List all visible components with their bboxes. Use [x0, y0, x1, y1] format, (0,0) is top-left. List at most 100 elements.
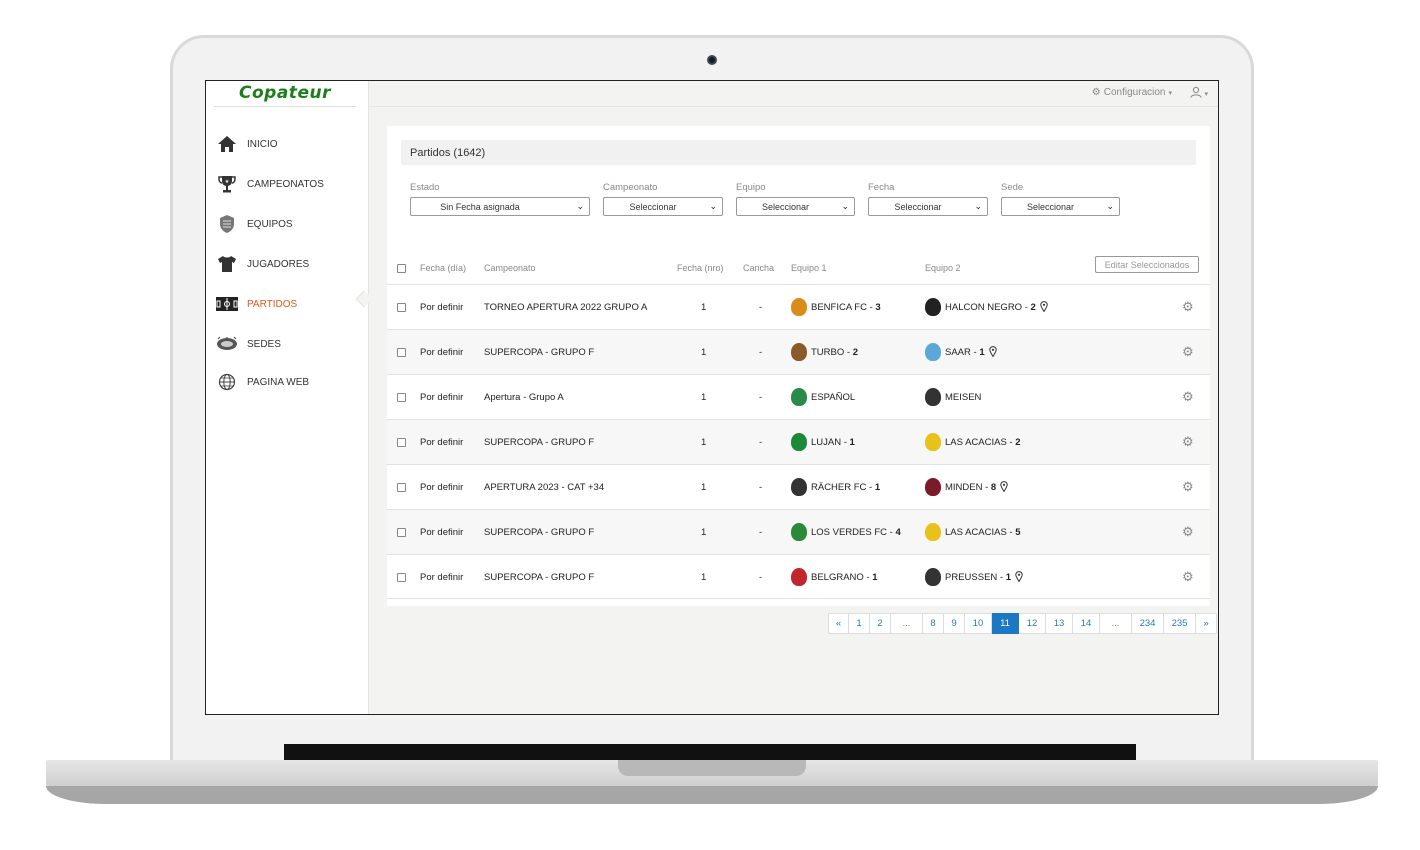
- pagination-page[interactable]: 11: [992, 613, 1019, 634]
- equipo1-cell[interactable]: RÄCHER FC - 1: [791, 476, 880, 498]
- pagination-page[interactable]: 10: [965, 613, 992, 634]
- pagination-page[interactable]: 14: [1073, 613, 1100, 634]
- row-checkbox[interactable]: [397, 483, 406, 492]
- pagination-page[interactable]: 13: [1046, 613, 1073, 634]
- row-checkbox[interactable]: [397, 303, 406, 312]
- col-fecha-nro: Fecha (nro): [677, 263, 724, 273]
- app-logo[interactable]: Copateur: [214, 83, 356, 107]
- col-fecha-dia: Fecha (día): [420, 263, 467, 273]
- campeonato-cell: APERTURA 2023 - CAT +34: [484, 482, 605, 493]
- filter-estado: Estado Sin Fecha asignada ⌄: [410, 182, 590, 216]
- campeonato-select[interactable]: Seleccionar ⌄: [603, 197, 723, 216]
- pagination-page[interactable]: 12: [1019, 613, 1046, 634]
- row-settings-gear-icon[interactable]: ⚙: [1182, 524, 1194, 540]
- row-settings-gear-icon[interactable]: ⚙: [1182, 434, 1194, 450]
- team-name: LOS VERDES FC -: [811, 526, 896, 538]
- equipo1-cell[interactable]: ESPAÑOL: [791, 386, 855, 408]
- sidebar-item-jugadores[interactable]: JUGADORES: [216, 251, 366, 277]
- equipo1-cell[interactable]: BENFICA FC - 3: [791, 296, 881, 318]
- laptop-notch: [618, 760, 806, 776]
- row-checkbox[interactable]: [397, 393, 406, 402]
- sidebar-item-sedes[interactable]: SEDES: [216, 331, 366, 357]
- filter-campeonato: Campeonato Seleccionar ⌄: [603, 182, 723, 216]
- sidebar-item-campeonatos[interactable]: ★ CAMPEONATOS: [216, 171, 366, 197]
- row-settings-gear-icon[interactable]: ⚙: [1182, 479, 1194, 495]
- chevron-down-icon: ⌄: [1106, 201, 1114, 211]
- pagination-page[interactable]: 234: [1132, 613, 1164, 634]
- sidebar-item-partidos[interactable]: PARTIDOS: [216, 291, 366, 317]
- filter-equipo: Equipo Seleccionar ⌄: [736, 182, 855, 216]
- edit-selected-button[interactable]: Editar Seleccionados: [1095, 256, 1199, 273]
- sidebar-item-label: INICIO: [247, 138, 278, 150]
- sidebar-item-equipos[interactable]: EQUIPOS: [216, 211, 366, 237]
- team-name: HALCON NEGRO -: [945, 301, 1031, 313]
- team-crest-icon: [925, 433, 941, 451]
- equipo-select[interactable]: Seleccionar ⌄: [736, 197, 855, 216]
- user-menu[interactable]: ▾: [1190, 86, 1208, 101]
- chevron-down-icon: ⌄: [841, 201, 849, 211]
- filter-label: Sede: [1001, 182, 1024, 193]
- team-score: 1: [849, 436, 855, 448]
- team-name: MEISEN: [945, 391, 982, 403]
- select-value: Seleccionar: [629, 201, 677, 212]
- team-crest-icon: [791, 298, 807, 316]
- row-settings-gear-icon[interactable]: ⚙: [1182, 299, 1194, 315]
- fecha-select[interactable]: Seleccionar ⌄: [868, 197, 988, 216]
- equipo2-cell[interactable]: LAS ACACIAS - 2: [925, 431, 1021, 453]
- estado-select[interactable]: Sin Fecha asignada ⌄: [410, 197, 590, 216]
- team-crest-icon: [791, 568, 807, 586]
- team-crest-icon: [791, 343, 807, 361]
- row-checkbox[interactable]: [397, 528, 406, 537]
- team-score: 2: [1015, 436, 1021, 448]
- col-cancha: Cancha: [743, 263, 775, 273]
- sidebar-item-inicio[interactable]: INICIO: [216, 131, 366, 157]
- fecha-dia-cell: Por definir: [420, 572, 464, 583]
- equipo2-cell[interactable]: PREUSSEN - 1: [925, 566, 1023, 588]
- caret-down-icon: ▾: [1168, 89, 1172, 97]
- row-settings-gear-icon[interactable]: ⚙: [1182, 389, 1194, 405]
- config-menu[interactable]: ⚙ Configuracion ▾: [1092, 87, 1172, 98]
- equipo1-cell[interactable]: LOS VERDES FC - 4: [791, 521, 901, 543]
- table-row: Por definir SUPERCOPA - GRUPO F 1 - LOS VERD…: [387, 509, 1210, 554]
- pagination-page[interactable]: 8: [923, 613, 944, 634]
- team-score: 4: [895, 526, 901, 538]
- team-score: 2: [852, 346, 858, 358]
- equipo2-cell[interactable]: SAAR - 1: [925, 341, 997, 363]
- pagination-page[interactable]: 235: [1164, 613, 1196, 634]
- equipo2-cell[interactable]: MINDEN - 8: [925, 476, 1008, 498]
- equipo1-cell[interactable]: BELGRANO - 1: [791, 566, 878, 588]
- pagination-prev[interactable]: «: [828, 613, 849, 634]
- fecha-dia-cell: Por definir: [420, 302, 464, 313]
- row-checkbox[interactable]: [397, 438, 406, 447]
- equipo2-cell[interactable]: MEISEN: [925, 386, 981, 408]
- row-checkbox[interactable]: [397, 573, 406, 582]
- home-icon: [216, 134, 238, 154]
- table-row: Por definir TORNEO APERTURA 2022 GRUPO A 1…: [387, 284, 1210, 329]
- campeonato-cell: SUPERCOPA - GRUPO F: [484, 572, 595, 583]
- row-settings-gear-icon[interactable]: ⚙: [1182, 344, 1194, 360]
- top-bar: ⚙ Configuracion ▾ ▾: [369, 81, 1218, 107]
- config-label: Configuracion: [1103, 87, 1166, 98]
- pagination-page[interactable]: 2: [870, 613, 891, 634]
- pagination-page[interactable]: 9: [944, 613, 965, 634]
- team-crest-icon: [925, 478, 941, 496]
- equipo2-cell[interactable]: LAS ACACIAS - 5: [925, 521, 1021, 543]
- team-score: 1: [979, 346, 985, 358]
- col-equipo2: Equipo 2: [925, 263, 961, 273]
- team-name: LUJAN -: [811, 436, 850, 448]
- campeonato-cell: Apertura - Grupo A: [484, 392, 564, 403]
- table-row: Por definir Apertura - Grupo A 1 - ESPAÑOL ME…: [387, 374, 1210, 419]
- equipo1-cell[interactable]: LUJAN - 1: [791, 431, 855, 453]
- equipo2-cell[interactable]: HALCON NEGRO - 2: [925, 296, 1048, 318]
- row-checkbox[interactable]: [397, 348, 406, 357]
- select-all-checkbox[interactable]: [397, 264, 406, 273]
- team-score: 1: [1005, 571, 1012, 583]
- pagination-page[interactable]: 1: [849, 613, 870, 634]
- sede-select[interactable]: Seleccionar ⌄: [1001, 197, 1120, 216]
- row-settings-gear-icon[interactable]: ⚙: [1182, 569, 1194, 585]
- table-bottom-border: [387, 598, 1210, 599]
- fecha-nro-cell: 1: [701, 437, 707, 448]
- pagination-next[interactable]: »: [1196, 613, 1217, 634]
- equipo1-cell[interactable]: TURBO - 2: [791, 341, 858, 363]
- sidebar-item-pagina-web[interactable]: PAGINA WEB: [216, 369, 366, 395]
